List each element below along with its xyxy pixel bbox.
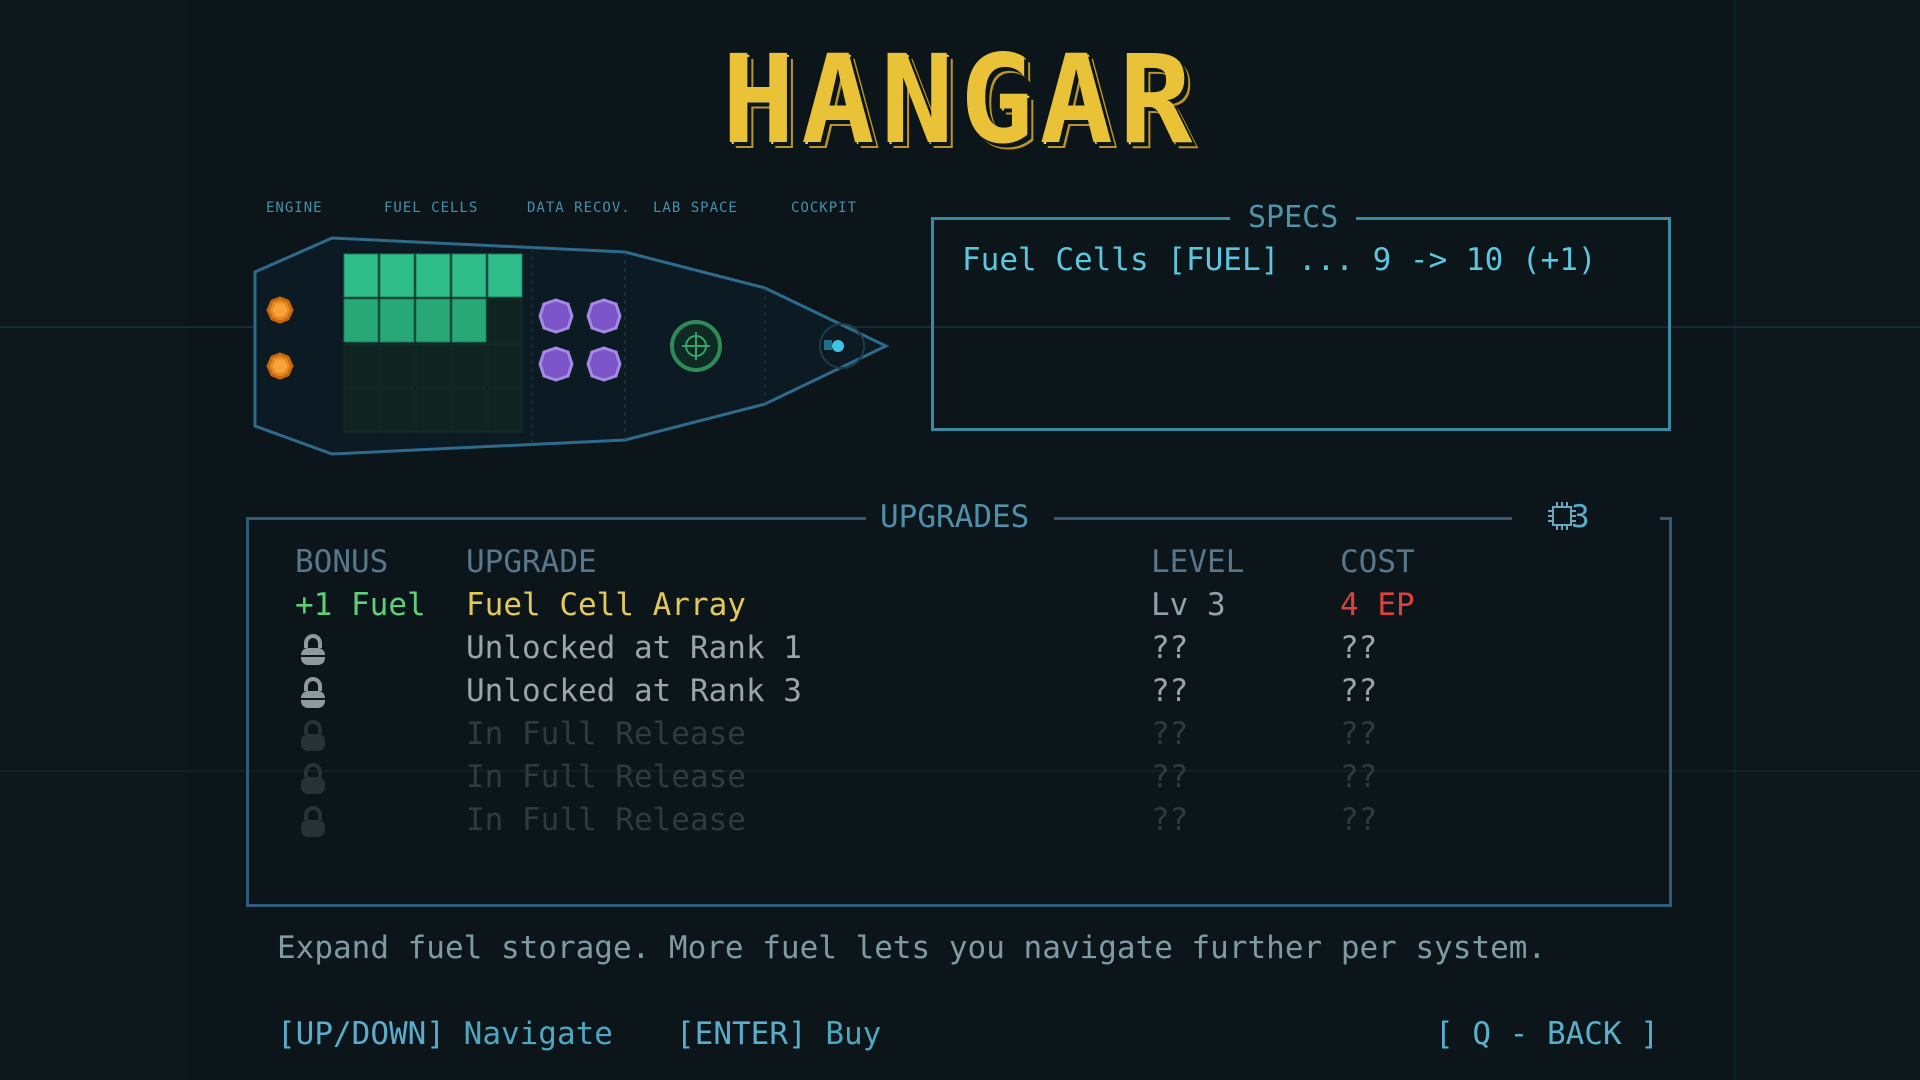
row-level: ?? xyxy=(1151,802,1189,838)
header-upgrade: UPGRADE xyxy=(466,544,597,580)
specs-title: SPECS xyxy=(1230,202,1357,234)
row-bonus: +1 Fuel xyxy=(295,587,426,623)
header-bonus: BONUS xyxy=(295,544,389,580)
engine-module xyxy=(266,296,294,324)
header-cost: COST xyxy=(1340,544,1415,580)
row-level: Lv 3 xyxy=(1151,587,1226,623)
fuel-cell-empty xyxy=(487,388,523,433)
row-name: In Full Release xyxy=(466,759,746,795)
lock-icon xyxy=(301,763,325,794)
row-cost: ?? xyxy=(1340,630,1378,666)
row-name: In Full Release xyxy=(466,716,746,752)
fuel-cell-filled xyxy=(451,298,487,343)
fuel-cell-empty xyxy=(451,388,487,433)
row-cost: ?? xyxy=(1340,802,1378,838)
fuel-cell-filled xyxy=(487,253,523,298)
data-module xyxy=(538,346,574,382)
lock-icon xyxy=(301,720,325,751)
data-module xyxy=(586,346,622,382)
engine-module xyxy=(266,352,294,380)
row-cost: ?? xyxy=(1340,716,1378,752)
fuel-cell-empty xyxy=(343,388,379,433)
row-level: ?? xyxy=(1151,630,1189,666)
row-level: ?? xyxy=(1151,716,1189,752)
ship-diagram xyxy=(253,236,890,456)
section-label-cockpit: COCKPIT xyxy=(791,200,858,216)
lab-module xyxy=(670,320,722,372)
row-level: ?? xyxy=(1151,673,1189,709)
table-header: BONUS UPGRADE LEVEL COST xyxy=(0,541,1426,584)
lock-icon xyxy=(301,634,325,665)
specs-panel: SPECS Fuel Cells [FUEL] ... 9 -> 10 (+1) xyxy=(931,202,1671,431)
data-module xyxy=(586,298,622,334)
nav-label: Navigate xyxy=(463,1016,613,1052)
fuel-cell-empty xyxy=(451,343,487,388)
page-title: HANGAR xyxy=(721,29,1199,171)
lock-icon xyxy=(301,806,325,837)
section-label-fuel-cells: FUEL CELLS xyxy=(384,200,479,216)
row-cost: 4 EP xyxy=(1340,587,1415,623)
data-module xyxy=(538,298,574,334)
buy-key: [ENTER] xyxy=(676,1016,807,1052)
upgrade-description: Expand fuel storage. More fuel lets you … xyxy=(277,930,1547,966)
fuel-cell-filled xyxy=(451,253,487,298)
row-name: Unlocked at Rank 3 xyxy=(466,673,802,709)
fuel-cell-empty xyxy=(415,388,451,433)
upgrade-row-unavailable[interactable]: In Full Release ?? ?? xyxy=(0,799,1426,842)
fuel-cell-filled xyxy=(415,298,451,343)
upgrade-row-locked[interactable]: Unlocked at Rank 1 ?? ?? xyxy=(0,627,1426,670)
nav-hint: [UP/DOWN] Navigate xyxy=(277,1016,613,1052)
upgrade-row-unavailable[interactable]: In Full Release ?? ?? xyxy=(0,756,1426,799)
lock-icon xyxy=(301,677,325,708)
fuel-cell-empty xyxy=(487,343,523,388)
fuel-cell-filled xyxy=(343,298,379,343)
section-label-lab-space: LAB SPACE xyxy=(653,200,738,216)
nav-key: [UP/DOWN] xyxy=(277,1016,445,1052)
fuel-cell-empty xyxy=(415,343,451,388)
header-level: LEVEL xyxy=(1151,544,1245,580)
back-button[interactable]: [ Q - BACK ] xyxy=(1435,1016,1659,1052)
title-banner: HANGAR xyxy=(640,30,1280,170)
row-level: ?? xyxy=(1151,759,1189,795)
row-cost: ?? xyxy=(1340,759,1378,795)
right-margin-panel xyxy=(1734,0,1920,1080)
row-name: Fuel Cell Array xyxy=(466,587,746,623)
buy-hint[interactable]: [ENTER] Buy xyxy=(676,1016,881,1052)
fuel-cell-empty xyxy=(379,388,415,433)
section-label-engine: ENGINE xyxy=(266,200,323,216)
fuel-cell-filled xyxy=(415,253,451,298)
left-margin-panel xyxy=(0,0,186,1080)
row-name: In Full Release xyxy=(466,802,746,838)
upgrade-row-locked[interactable]: Unlocked at Rank 3 ?? ?? xyxy=(0,670,1426,713)
fuel-cell-filled xyxy=(379,298,415,343)
fuel-cell-empty xyxy=(379,343,415,388)
fuel-cell-empty xyxy=(343,343,379,388)
buy-label: Buy xyxy=(825,1016,882,1052)
section-label-data-recov: DATA RECOV. xyxy=(527,200,631,216)
row-name: Unlocked at Rank 1 xyxy=(466,630,802,666)
fuel-cell-filled xyxy=(379,253,415,298)
upgrade-row-unavailable[interactable]: In Full Release ?? ?? xyxy=(0,713,1426,756)
upgrade-row-selected[interactable]: +1 Fuel Fuel Cell Array Lv 3 4 EP xyxy=(0,584,1426,627)
row-cost: ?? xyxy=(1340,673,1378,709)
fuel-cell-filled xyxy=(343,253,379,298)
specs-text: Fuel Cells [FUEL] ... 9 -> 10 (+1) xyxy=(962,242,1597,278)
fuel-cell-empty xyxy=(487,298,523,343)
